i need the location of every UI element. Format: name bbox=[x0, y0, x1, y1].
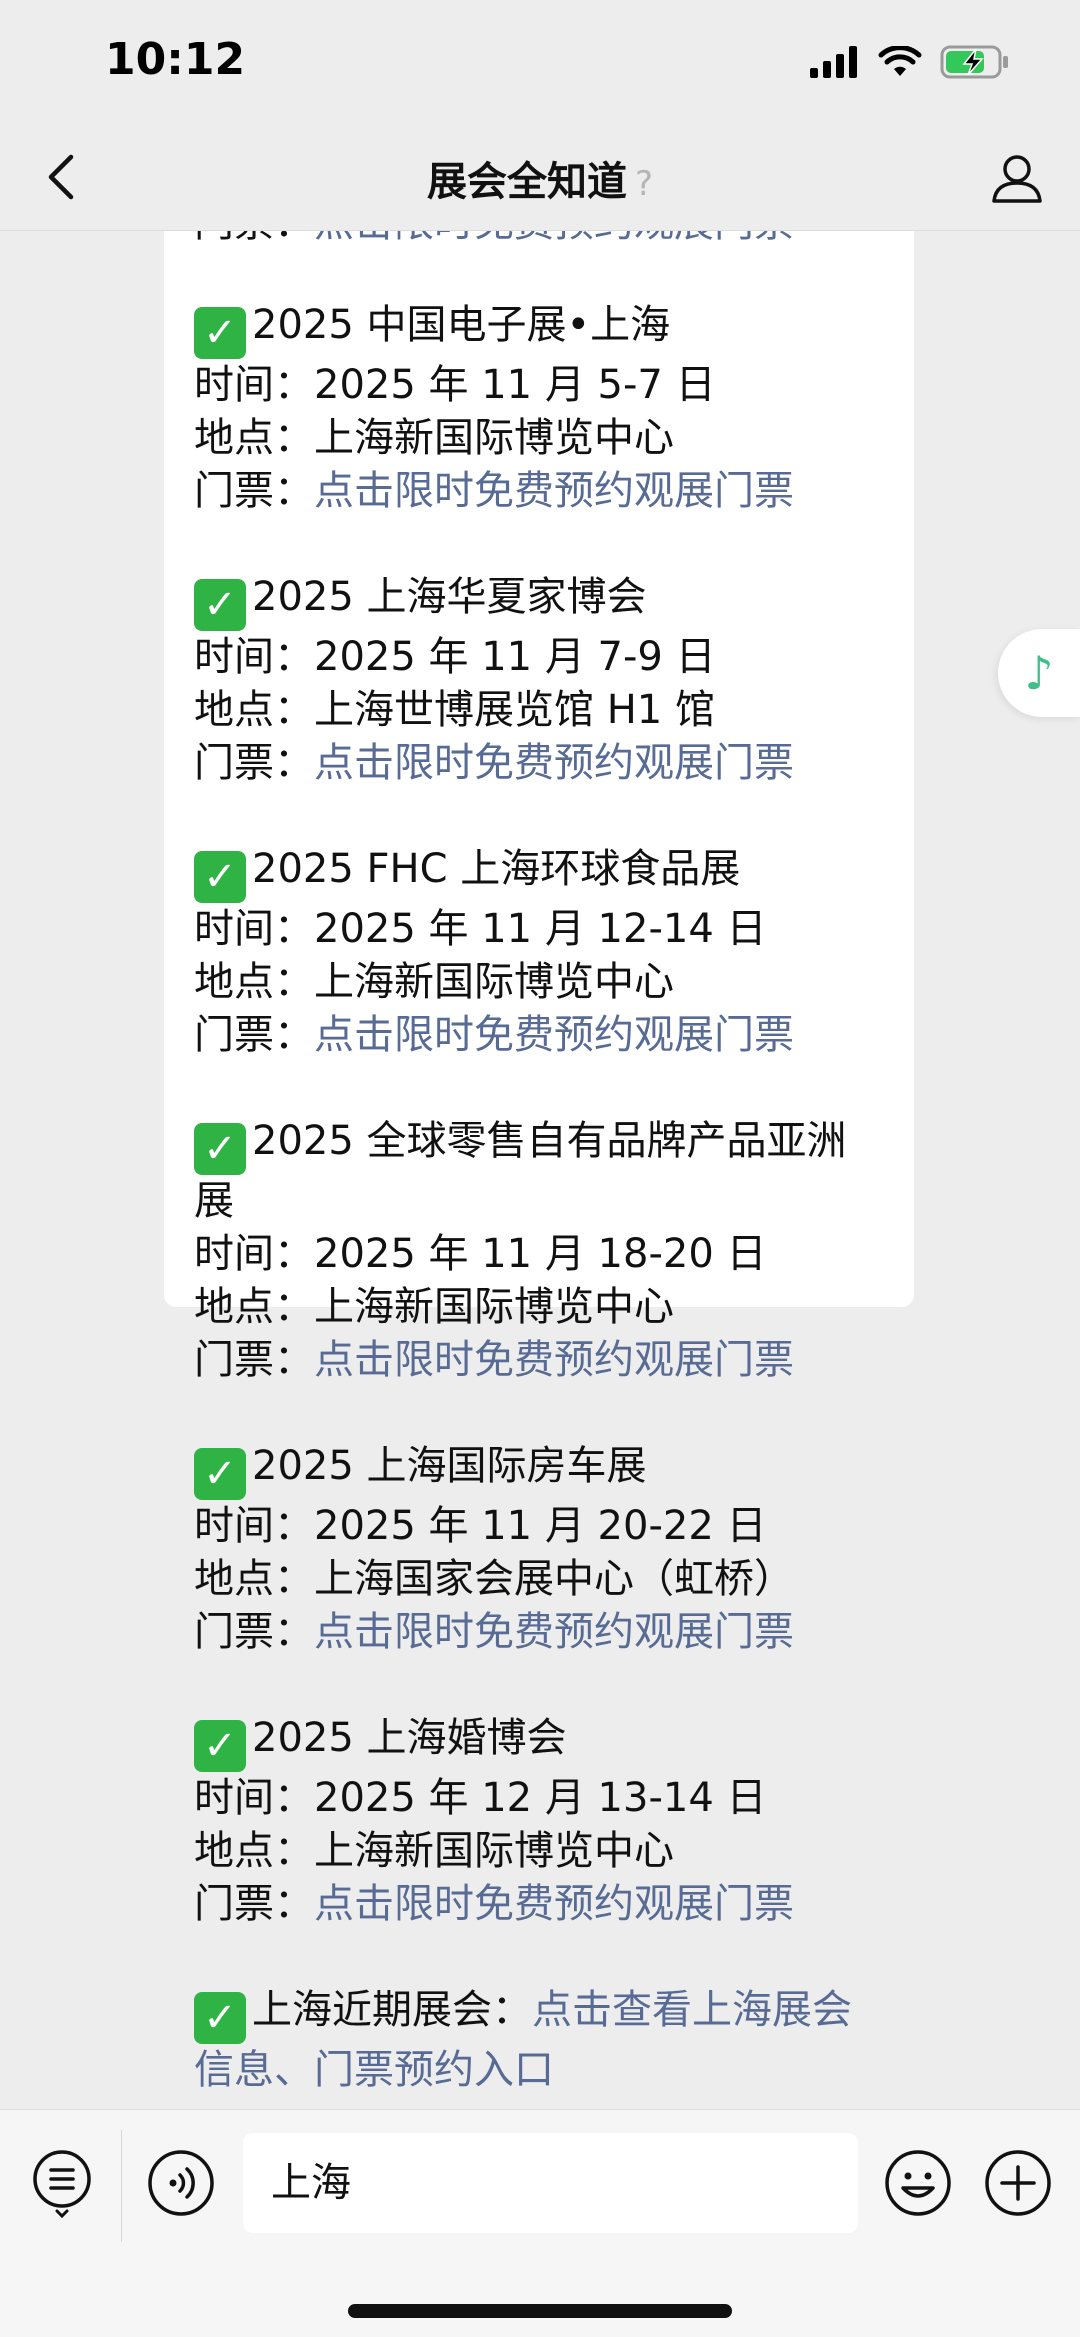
partial-ticket-line: 门票：点击限时免费预约观展门票 bbox=[194, 231, 884, 246]
battery-charging-icon bbox=[940, 45, 1008, 79]
ticket-link[interactable]: 点击限时免费预约观展门票 bbox=[314, 231, 794, 246]
check-mark-icon: ✓ bbox=[194, 1992, 246, 2044]
ticket-link[interactable]: 点击限时免费预约观展门票 bbox=[314, 1609, 794, 1655]
event-entry: ✓ 2025 上海婚博会 时间：2025 年 12 月 13-14 日地点：上海新国… bbox=[194, 1712, 884, 1931]
check-mark-icon: ✓ bbox=[194, 1123, 246, 1175]
wifi-icon bbox=[878, 46, 922, 76]
event-time: 时间：2025 年 12 月 13-14 日 bbox=[194, 1775, 767, 1821]
event-place: 地点：上海国家会展中心（虹桥） bbox=[194, 1556, 794, 1602]
event-ticket: 门票：点击限时免费预约观展门票 bbox=[194, 1609, 794, 1655]
event-list: ✓ 2025 中国电子展•上海 时间：2025 年 11 月 5-7 日地点：上海新… bbox=[194, 299, 884, 1931]
event-ticket: 门票：点击限时免费预约观展门票 bbox=[194, 1012, 794, 1058]
check-mark-icon: ✓ bbox=[194, 1448, 246, 1500]
emoji-icon bbox=[885, 2150, 951, 2216]
event-title: ✓ 2025 上海国际房车展 bbox=[194, 1440, 884, 1500]
event-entry: ✓ 2025 中国电子展•上海 时间：2025 年 11 月 5-7 日地点：上海新… bbox=[194, 299, 884, 518]
event-time: 时间：2025 年 11 月 18-20 日 bbox=[194, 1231, 767, 1277]
event-place: 地点：上海新国际博览中心 bbox=[194, 1828, 674, 1874]
check-mark-icon: ✓ bbox=[194, 1720, 246, 1772]
footer-entry: ✓ 上海近期展会：点击查看上海展会信息、门票预约入口 bbox=[194, 1984, 884, 2097]
ticket-link[interactable]: 点击限时免费预约观展门票 bbox=[314, 468, 794, 514]
music-float-button[interactable]: ♪ bbox=[998, 629, 1080, 717]
check-mark-icon: ✓ bbox=[194, 579, 246, 631]
event-time: 时间：2025 年 11 月 12-14 日 bbox=[194, 906, 767, 952]
message-input[interactable]: 上海 bbox=[243, 2133, 858, 2233]
ticket-link[interactable]: 点击限时免费预约观展门票 bbox=[314, 1012, 794, 1058]
event-time: 时间：2025 年 11 月 20-22 日 bbox=[194, 1503, 767, 1549]
voice-button[interactable] bbox=[145, 2147, 217, 2219]
page-title: 展会全知道? bbox=[0, 149, 1080, 207]
music-note-icon: ♪ bbox=[1024, 646, 1054, 700]
footer-label: 上海近期展会： bbox=[252, 1987, 532, 2033]
chat-title: 展会全知道 bbox=[426, 159, 627, 205]
status-time: 10:12 bbox=[105, 34, 246, 85]
message-bubble[interactable]: 门票：点击限时免费预约观展门票 ✓2025 中国电子展•上海时间：2025 年 … bbox=[164, 231, 914, 2093]
person-icon bbox=[992, 155, 1042, 203]
event-place: 地点：上海新国际博览中心 bbox=[194, 415, 674, 461]
event-entry: ✓ 2025 上海国际房车展 时间：2025 年 11 月 20-22 日地点：上海… bbox=[194, 1440, 884, 1659]
ticket-link[interactable]: 点击限时免费预约观展门票 bbox=[314, 740, 794, 786]
cellular-signal-icon bbox=[810, 46, 857, 78]
chat-area[interactable]: 门票：点击限时免费预约观展门票 ✓2025 中国电子展•上海时间：2025 年 … bbox=[0, 231, 1080, 2109]
nav-bar: 展会全知道? bbox=[0, 125, 1080, 231]
event-place: 地点：上海新国际博览中心 bbox=[194, 959, 674, 1005]
event-ticket: 门票：点击限时免费预约观展门票 bbox=[194, 740, 794, 786]
event-place: 地点：上海世博展览馆 H1 馆 bbox=[194, 687, 715, 733]
event-place: 地点：上海新国际博览中心 bbox=[194, 1284, 674, 1330]
event-ticket: 门票：点击限时免费预约观展门票 bbox=[194, 1881, 794, 1927]
menu-button[interactable] bbox=[26, 2147, 98, 2219]
status-icons bbox=[810, 42, 1010, 82]
emoji-button[interactable] bbox=[882, 2147, 954, 2219]
event-ticket: 门票：点击限时免费预约观展门票 bbox=[194, 468, 794, 514]
add-button[interactable] bbox=[982, 2147, 1054, 2219]
event-entry: ✓ 2025 全球零售自有品牌产品亚洲展时间：2025 年 11 月 18-20 … bbox=[194, 1115, 884, 1387]
ticket-link[interactable]: 点击限时免费预约观展门票 bbox=[314, 1881, 794, 1927]
event-entry: ✓ 2025 FHC 上海环球食品展 时间：2025 年 11 月 12-14 日地… bbox=[194, 843, 884, 1062]
voice-icon bbox=[148, 2150, 214, 2216]
home-indicator bbox=[348, 2304, 732, 2318]
event-title: ✓ 2025 全球零售自有品牌产品亚洲展 bbox=[194, 1118, 847, 1224]
list-menu-icon bbox=[33, 2150, 91, 2219]
profile-button[interactable] bbox=[984, 145, 1050, 211]
ticket-link[interactable]: 点击限时免费预约观展门票 bbox=[314, 1337, 794, 1383]
event-title: ✓ 2025 上海婚博会 bbox=[194, 1712, 884, 1772]
event-entry: ✓ 2025 上海华夏家博会 时间：2025 年 11 月 7-9 日地点：上海世博… bbox=[194, 571, 884, 790]
event-time: 时间：2025 年 11 月 7-9 日 bbox=[194, 634, 716, 680]
ear-mode-icon: ? bbox=[634, 164, 654, 204]
event-ticket: 门票：点击限时免费预约观展门票 bbox=[194, 1337, 794, 1383]
plus-icon bbox=[985, 2150, 1051, 2216]
event-title: ✓ 2025 中国电子展•上海 bbox=[194, 299, 884, 359]
event-time: 时间：2025 年 11 月 5-7 日 bbox=[194, 362, 716, 408]
check-mark-icon: ✓ bbox=[194, 851, 246, 903]
status-bar: 10:12 bbox=[0, 0, 1080, 125]
event-title: ✓ 2025 上海华夏家博会 bbox=[194, 571, 884, 631]
check-mark-icon: ✓ bbox=[194, 307, 246, 359]
event-title: ✓ 2025 FHC 上海环球食品展 bbox=[194, 843, 884, 903]
input-bar: 上海 bbox=[0, 2109, 1080, 2337]
divider bbox=[121, 2130, 122, 2242]
